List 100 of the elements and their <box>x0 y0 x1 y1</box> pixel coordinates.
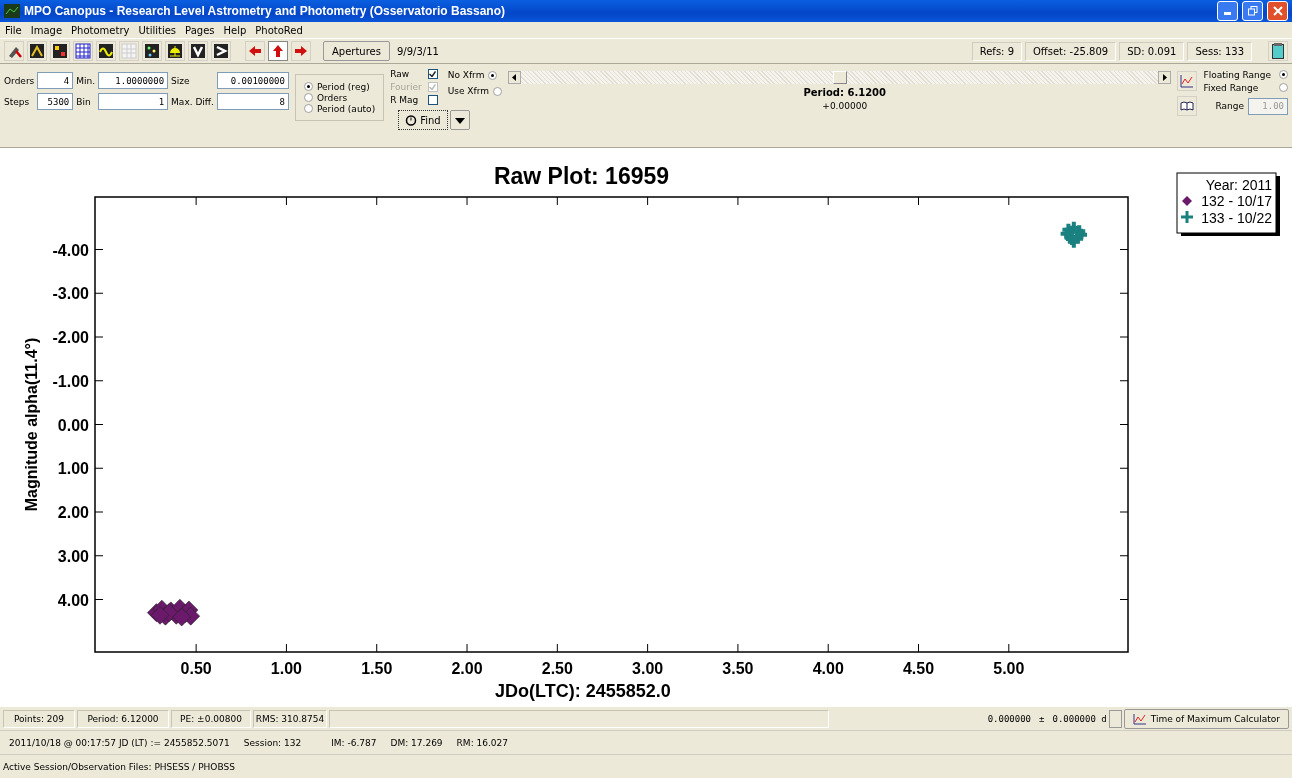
y-tick-label: 4.00 <box>57 591 89 609</box>
window-title: MPO Canopus - Research Level Astrometry and Photometry (Osservatorio Bassano) <box>24 4 507 18</box>
menu-item[interactable]: Photometry <box>71 24 130 36</box>
menu-item[interactable]: Utilities <box>138 24 177 36</box>
field-label: Min. <box>76 75 96 86</box>
x-tick-label: 4.00 <box>812 660 844 677</box>
checkbox-label: Fourier <box>390 81 422 92</box>
chart-title: Raw Plot: 16959 <box>493 163 670 189</box>
menu-item[interactable]: File <box>5 24 22 36</box>
period-label: Period: 6.1200 <box>803 87 886 98</box>
notes-button[interactable] <box>1268 41 1288 61</box>
toolbar-button[interactable] <box>142 41 162 61</box>
toolbar-button[interactable] <box>27 41 47 61</box>
menu-item[interactable]: Pages <box>185 24 215 36</box>
radio-label: Floating Range <box>1203 69 1271 80</box>
chart-button[interactable] <box>1177 71 1198 91</box>
checkbox-label: R Mag <box>390 94 419 105</box>
number-field[interactable]: 4 <box>37 72 74 89</box>
chevron-right-icon <box>213 43 229 59</box>
menu-item[interactable]: Help <box>223 24 247 36</box>
menu-item[interactable]: PhotoRed <box>255 24 303 36</box>
x-tick-label: 3.00 <box>632 660 664 677</box>
radio-button[interactable] <box>493 86 502 96</box>
restore-button[interactable] <box>1242 1 1263 21</box>
arrow-right-icon <box>293 43 309 59</box>
stars-icon <box>144 43 160 59</box>
x-axis-title: JDo(LTC): 2455852.0 <box>495 682 671 700</box>
line-chart-icon <box>1180 74 1195 88</box>
scroll-left-button[interactable] <box>508 71 521 84</box>
info-panel: Refs: 9 <box>971 41 1022 61</box>
x-tick-label: 5.00 <box>993 660 1025 677</box>
field-label: Steps <box>4 96 31 107</box>
stopwatch-icon <box>405 114 418 126</box>
x-tick-label: 0.50 <box>180 660 212 677</box>
app-icon <box>4 4 20 18</box>
status-cell: Period: 6.12000 <box>77 709 169 728</box>
plus-icon <box>1179 209 1195 225</box>
checkbox[interactable] <box>427 94 438 105</box>
diamond-point <box>150 605 170 625</box>
toolbar-button[interactable] <box>4 41 24 61</box>
radio-label: Use Xfrm <box>447 86 489 96</box>
status-text: Active Session/Observation Files: PHSESS / PHOBSS <box>3 761 236 772</box>
menu-item[interactable]: Image <box>30 24 63 36</box>
dropdown-button[interactable] <box>449 110 470 130</box>
number-field[interactable]: 0.00100000 <box>216 72 289 89</box>
arrow-button[interactable] <box>291 41 311 61</box>
info-panel: Offset: -25.809 <box>1025 41 1117 61</box>
restore-icon <box>1247 6 1258 16</box>
y-tick-label: -3.00 <box>52 285 89 303</box>
toolbar-button[interactable] <box>50 41 70 61</box>
number-field[interactable]: 1.0000000 <box>98 72 169 89</box>
plus-minus-label: ± <box>1038 713 1046 724</box>
close-icon <box>1272 6 1283 16</box>
book-button[interactable] <box>1177 96 1198 116</box>
x-tick-label: 3.50 <box>722 660 754 677</box>
caret-left-icon <box>512 74 517 81</box>
field-label: Max. Diff. <box>171 96 214 107</box>
blocks-icon <box>52 43 68 59</box>
radio-button[interactable] <box>488 70 498 80</box>
status-text: DM: 17.269 <box>389 737 444 748</box>
period-slider[interactable] <box>508 71 1172 84</box>
apertures-button[interactable]: Apertures <box>323 41 390 61</box>
offset-label: +0.00000 <box>822 101 868 111</box>
minimize-button[interactable] <box>1217 1 1238 21</box>
slider-thumb[interactable] <box>832 71 847 84</box>
wave-icon <box>98 43 114 59</box>
number-field[interactable]: 1 <box>98 93 169 110</box>
radio-button[interactable] <box>303 82 313 91</box>
checkbox[interactable] <box>427 68 438 79</box>
close-button[interactable] <box>1267 1 1288 21</box>
radio-label: Period (reg) <box>316 81 370 92</box>
radio-button[interactable] <box>1279 83 1288 92</box>
legend-label: 133 - 10/22 <box>1201 210 1272 226</box>
tmax-calculator-button[interactable]: Time of Maximum Calculator <box>1123 708 1289 729</box>
mountain-icon <box>29 43 45 59</box>
number-field[interactable]: 8 <box>216 93 289 110</box>
find-button[interactable]: Find <box>398 110 448 130</box>
toolbar-button[interactable] <box>211 41 231 61</box>
radio-button[interactable] <box>303 104 313 113</box>
number-field[interactable]: 5300 <box>37 93 74 110</box>
toolbar-button[interactable] <box>188 41 208 61</box>
x-tick-label: 2.50 <box>541 660 573 677</box>
legend-label: 132 - 10/17 <box>1201 193 1272 209</box>
arrow-button[interactable] <box>268 41 288 61</box>
radio-label: Orders <box>316 92 348 103</box>
dome-icon <box>167 43 183 59</box>
toolbar-button[interactable] <box>96 41 116 61</box>
open-book-icon <box>1180 101 1195 111</box>
toolbar-button[interactable] <box>165 41 185 61</box>
tmax-error: 0.000000 d <box>1052 713 1107 724</box>
arrow-left-icon <box>247 43 263 59</box>
x-tick-label: 2.00 <box>451 660 483 677</box>
radio-label: No Xfrm <box>447 70 485 80</box>
radio-button[interactable] <box>303 93 313 102</box>
field-label: Size <box>171 75 191 86</box>
radio-button[interactable] <box>1279 70 1288 79</box>
notepad-icon <box>1272 43 1284 59</box>
grid-icon <box>75 43 91 59</box>
arrow-button[interactable] <box>245 41 265 61</box>
scroll-right-button[interactable] <box>1158 71 1172 84</box>
